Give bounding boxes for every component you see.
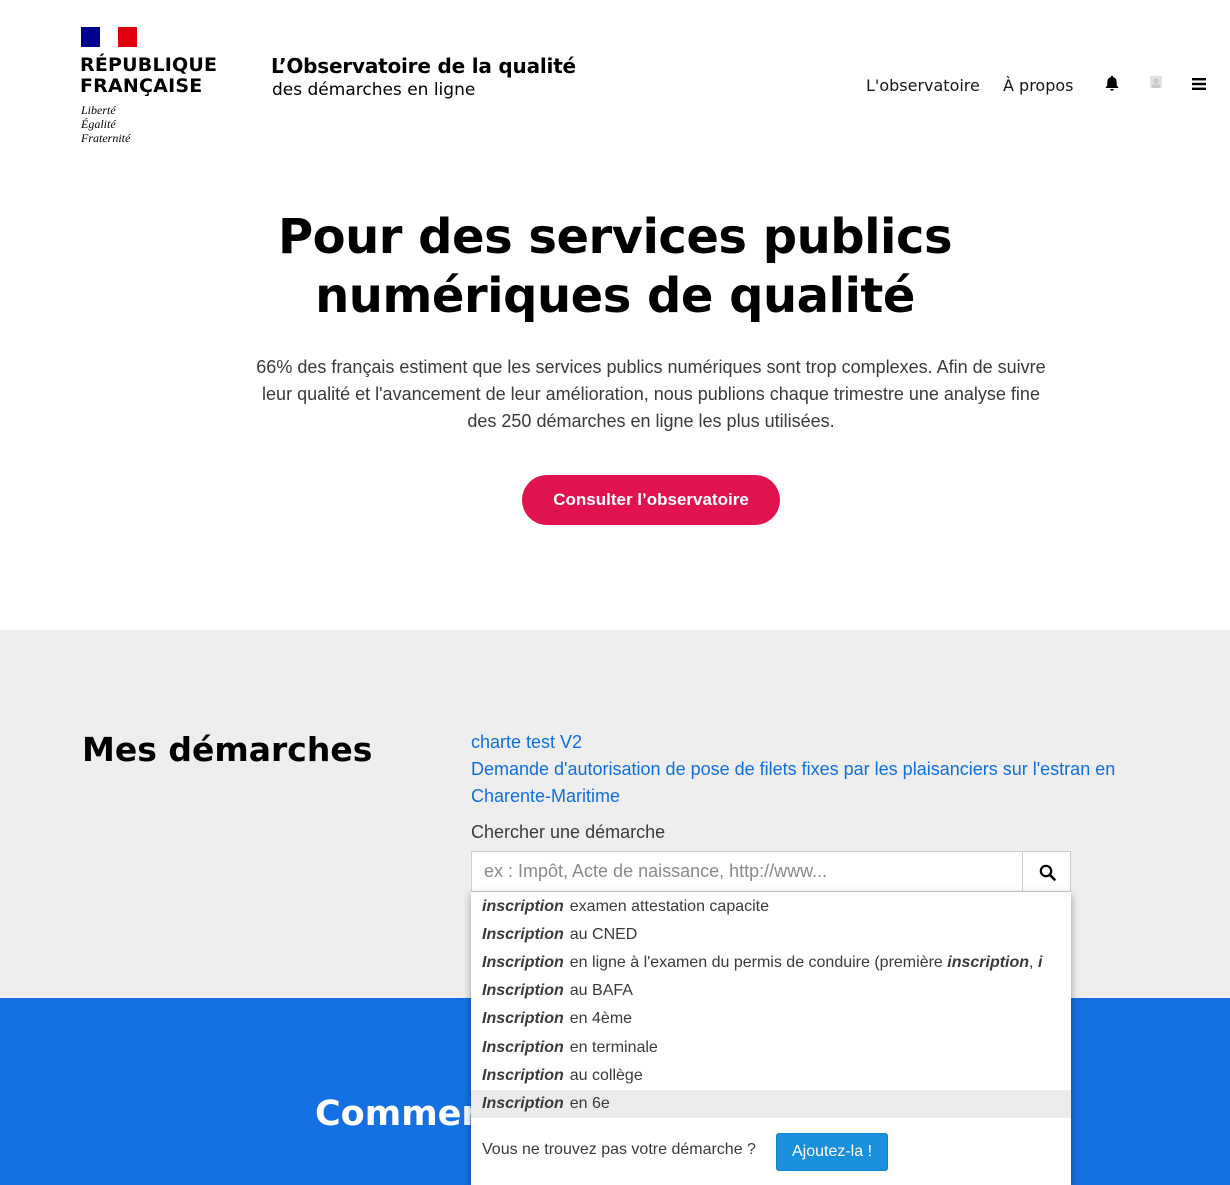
blue-section-title: Commen [315,1094,487,1134]
item-keyword: Inscription [482,954,564,971]
item-rest: examen attestation capacite [569,898,770,915]
item-keyword: Inscription [482,982,564,999]
motto-fraternite: Fraternité [81,131,131,145]
header: RÉPUBLIQUE FRANÇAISE Liberté Égalité Fra… [0,0,1230,160]
item-rest: en terminale [569,1039,658,1056]
motto-egalite: Égalité [81,117,116,131]
autocomplete-item[interactable]: Inscription en 4ème [471,1005,1071,1033]
motto: Liberté Égalité Fraternité [81,103,130,145]
item-rest: en 6e [569,1095,610,1112]
republique-line: RÉPUBLIQUE [80,54,218,76]
search-label: Chercher une démarche [471,822,666,842]
autocomplete-item[interactable]: Inscription au BAFA [471,977,1071,1005]
item-keyword: Inscription [482,1067,564,1084]
autocomplete-dropdown: inscription examen attestation capacite I… [471,892,1071,1185]
autocomplete-item[interactable]: Inscription en terminale [471,1034,1071,1062]
republique-francaise-logo[interactable]: RÉPUBLIQUE FRANÇAISE [80,55,217,97]
consulter-observatoire-button[interactable]: Consulter l’observatoire [522,475,780,525]
item-rest: au BAFA [569,982,633,999]
ajoutez-la-button[interactable]: Ajoutez-la ! [776,1133,888,1171]
autocomplete-item[interactable]: inscription examen attestation capacite [471,893,1071,921]
demarche-link[interactable]: Demande d'autorisation de pose de filets… [471,756,1171,810]
item-keyword: Inscription [482,926,564,943]
search-button[interactable] [1022,851,1071,892]
menu-icon[interactable] [1191,77,1207,91]
item-rest: en ligne à l'examen du permis de conduir… [569,954,943,971]
motto-liberte: Liberté [81,103,116,117]
bell-icon[interactable] [1103,74,1121,92]
item-keyword: Inscription [482,1039,564,1056]
autocomplete-item[interactable]: Inscription au collège [471,1062,1071,1090]
marianne-flag-logo [81,27,138,47]
hero-title-line1: Pour des services publics [277,209,953,265]
autocomplete-item[interactable]: Inscription au CNED [471,921,1071,949]
site-subtitle: des démarches en ligne [272,80,476,100]
avatar-icon[interactable] [1149,76,1163,88]
item-keyword: Inscription [482,1010,564,1027]
search-icon [1039,864,1056,881]
hero-text: 66% des français estiment que les servic… [256,357,1046,431]
hero-title: Pour des services publics numériques de … [0,208,1230,326]
item-rest: en 4ème [569,1010,633,1027]
item-keyword: Inscription [482,1095,564,1112]
search-input[interactable] [471,851,1023,892]
mes-demarches-title: Mes démarches [82,730,373,769]
nav-observatoire[interactable]: L'observatoire [866,76,980,95]
nav-a-propos[interactable]: À propos [1003,76,1073,95]
autocomplete-item[interactable]: Inscription en ligne à l'examen du permis… [471,949,1071,977]
item-keyword: inscription [482,898,564,915]
item-truncated-keyword: i [1037,954,1043,971]
autocomplete-item-active[interactable]: Inscription en 6e [471,1090,1071,1118]
search-bar [471,851,1071,892]
demarche-link[interactable]: charte test V2 [471,729,582,756]
item-rest: au collège [569,1067,643,1084]
item-extra-keyword: inscription [947,954,1030,971]
item-continuation: , [1029,954,1038,971]
francaise-line: FRANÇAISE [80,75,203,97]
hero-title-line2: numériques de qualité [315,268,915,324]
site-title[interactable]: L’Observatoire de la qualité [271,54,576,78]
not-found-text: Vous ne trouvez pas votre démarche ? [482,1141,756,1158]
item-rest: au CNED [569,926,638,943]
